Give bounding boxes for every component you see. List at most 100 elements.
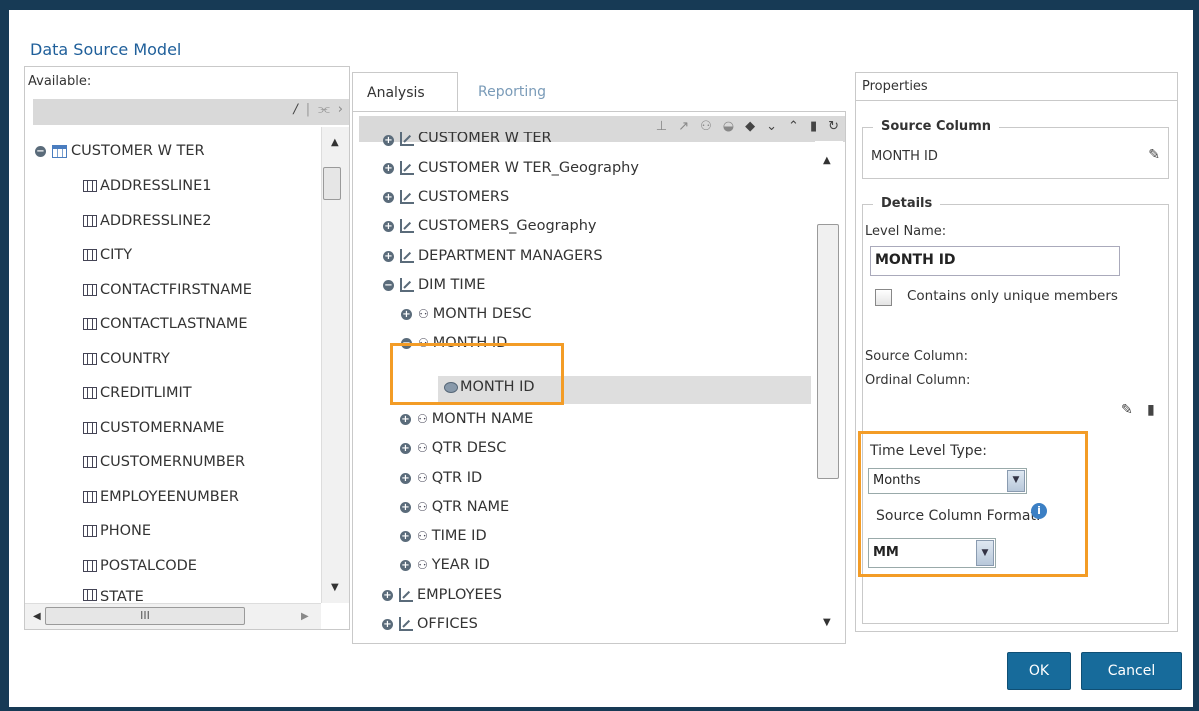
- column-node[interactable]: CONTACTLASTNAME: [83, 316, 248, 332]
- hierarchy-node[interactable]: + ⚇ YEAR ID: [400, 557, 490, 573]
- chevron-down-icon[interactable]: ▼: [1007, 470, 1025, 492]
- tab-reporting[interactable]: Reporting: [464, 72, 574, 112]
- tree-node-table[interactable]: − CUSTOMER W TER: [35, 143, 205, 159]
- hierarchy-icon[interactable]: ⚇: [700, 119, 712, 134]
- hierarchy-icon: ⚇: [417, 441, 428, 455]
- available-vertical-scrollbar[interactable]: ▲ ▼: [321, 127, 349, 603]
- column-node[interactable]: CONTACTFIRSTNAME: [83, 282, 252, 298]
- edit-icon[interactable]: ∕: [293, 102, 297, 117]
- dialog-title: Data Source Model: [30, 40, 182, 59]
- expand-icon[interactable]: +: [400, 413, 411, 425]
- edit-pencil-icon[interactable]: ✎: [1148, 147, 1160, 163]
- cancel-button[interactable]: Cancel: [1081, 652, 1182, 690]
- analysis-tree-lower: + ⚇ MONTH NAME + ⚇ QTR DESC + ⚇ QTR ID + ⚇ QTR N…: [352, 139, 812, 644]
- scroll-down-icon[interactable]: ▼: [823, 617, 831, 628]
- column-node[interactable]: POSTALCODE: [83, 558, 197, 574]
- source-column-format-select[interactable]: MM ▼: [868, 538, 996, 568]
- scroll-up-icon[interactable]: ▲: [331, 137, 339, 148]
- hierarchy-icon: ⚇: [417, 529, 428, 543]
- add-hierarchy-icon[interactable]: ⊥: [656, 119, 667, 134]
- source-column-group: Source Column MONTH ID ✎: [862, 119, 1169, 179]
- scroll-up-icon[interactable]: ▲: [823, 155, 831, 166]
- column-node[interactable]: CUSTOMERNUMBER: [83, 454, 245, 470]
- column-icon: [83, 284, 97, 296]
- info-icon[interactable]: i: [1031, 503, 1047, 519]
- column-node[interactable]: CUSTOMERNAME: [83, 420, 224, 436]
- level-name-input[interactable]: MONTH ID: [870, 246, 1120, 276]
- column-label: CREDITLIMIT: [100, 385, 192, 401]
- dimension-node[interactable]: + OFFICES: [382, 616, 478, 632]
- analysis-vertical-scrollbar[interactable]: ▲ ▼: [815, 141, 843, 641]
- column-label: ADDRESSLINE2: [100, 213, 212, 229]
- unlink-icon[interactable]: ⫘: [318, 102, 330, 117]
- delete-icon[interactable]: ▮: [810, 119, 817, 134]
- scroll-down-icon[interactable]: ▼: [331, 582, 339, 593]
- tab-analysis[interactable]: Analysis: [352, 72, 458, 112]
- table-icon: [52, 144, 67, 158]
- expand-icon[interactable]: +: [400, 559, 411, 571]
- time-level-type-label: Time Level Type:: [870, 443, 987, 459]
- dimension-label: EMPLOYEES: [417, 587, 502, 603]
- hierarchy-label: QTR ID: [431, 470, 483, 486]
- ok-button[interactable]: OK: [1007, 652, 1071, 690]
- scroll-thumb[interactable]: [323, 167, 341, 200]
- column-icon: [83, 589, 97, 601]
- edit-ordinal-icon[interactable]: ✎: [1121, 402, 1133, 418]
- source-column-label: Source Column:: [865, 349, 968, 364]
- expand-icon[interactable]: +: [400, 442, 411, 454]
- hscroll-thumb[interactable]: III: [45, 607, 245, 625]
- hierarchy-node[interactable]: + ⚇ QTR ID: [400, 470, 482, 486]
- expand-icon[interactable]: +: [400, 501, 411, 513]
- scroll-right-icon[interactable]: ▶: [301, 611, 309, 622]
- move-down-icon[interactable]: ⌄: [766, 119, 777, 134]
- hierarchy-node[interactable]: + ⚇ TIME ID: [400, 528, 487, 544]
- hierarchy-node[interactable]: + ⚇ QTR DESC: [400, 440, 506, 456]
- expand-icon[interactable]: +: [400, 530, 411, 542]
- refresh-icon[interactable]: ↻: [828, 119, 839, 134]
- dimension-icon: [399, 588, 413, 602]
- column-node[interactable]: CITY: [83, 247, 132, 263]
- properties-title: Properties: [862, 79, 928, 94]
- level-icon[interactable]: ◒: [723, 119, 734, 134]
- scroll-left-icon[interactable]: ◀: [33, 611, 41, 622]
- expand-icon[interactable]: +: [400, 472, 411, 484]
- column-icon: [83, 387, 97, 399]
- column-label: CUSTOMERNUMBER: [100, 454, 246, 470]
- available-horizontal-scrollbar[interactable]: ◀ III ▶: [25, 603, 321, 629]
- tag-icon[interactable]: ◆: [745, 119, 755, 134]
- expand-icon[interactable]: +: [382, 589, 393, 601]
- hierarchy-node[interactable]: + ⚇ MONTH NAME: [400, 411, 533, 427]
- column-node[interactable]: STATE: [83, 589, 144, 601]
- hierarchy-icon: ⚇: [417, 500, 428, 514]
- column-node[interactable]: EMPLOYEENUMBER: [83, 489, 239, 505]
- column-label: CITY: [100, 247, 133, 263]
- expand-icon[interactable]: +: [382, 618, 393, 630]
- hierarchy-icon: ⚇: [417, 558, 428, 572]
- column-node[interactable]: CREDITLIMIT: [83, 385, 192, 401]
- scroll-thumb[interactable]: [817, 224, 839, 479]
- chevron-down-icon[interactable]: ▼: [976, 540, 994, 566]
- add-dimension-icon[interactable]: ↗: [678, 119, 689, 134]
- chevron-right-icon[interactable]: ›: [338, 102, 343, 117]
- hierarchy-label: QTR NAME: [431, 499, 510, 515]
- collapse-icon[interactable]: −: [35, 145, 46, 157]
- available-label: Available:: [28, 74, 92, 89]
- dimension-icon: [399, 617, 413, 631]
- column-icon: [83, 318, 97, 330]
- hierarchy-node[interactable]: + ⚇ QTR NAME: [400, 499, 509, 515]
- delete-ordinal-icon[interactable]: ▮: [1147, 402, 1155, 418]
- source-column-value: MONTH ID: [871, 149, 938, 164]
- column-node[interactable]: COUNTRY: [83, 351, 170, 367]
- column-node[interactable]: PHONE: [83, 523, 151, 539]
- unique-members-checkbox[interactable]: [875, 289, 892, 306]
- column-node[interactable]: ADDRESSLINE2: [83, 213, 211, 229]
- dimension-node[interactable]: + EMPLOYEES: [382, 587, 502, 603]
- available-panel: Available: ∕ | ⫘ › − CUSTOMER W TER ADDR…: [24, 66, 350, 630]
- column-label: EMPLOYEENUMBER: [100, 489, 239, 505]
- hierarchy-label: QTR DESC: [431, 440, 507, 456]
- column-label: CUSTOMERNAME: [100, 420, 225, 436]
- time-level-type-value: Months: [873, 473, 921, 488]
- time-level-type-select[interactable]: Months ▼: [868, 468, 1027, 494]
- move-up-icon[interactable]: ⌃: [788, 119, 799, 134]
- column-node[interactable]: ADDRESSLINE1: [83, 178, 211, 194]
